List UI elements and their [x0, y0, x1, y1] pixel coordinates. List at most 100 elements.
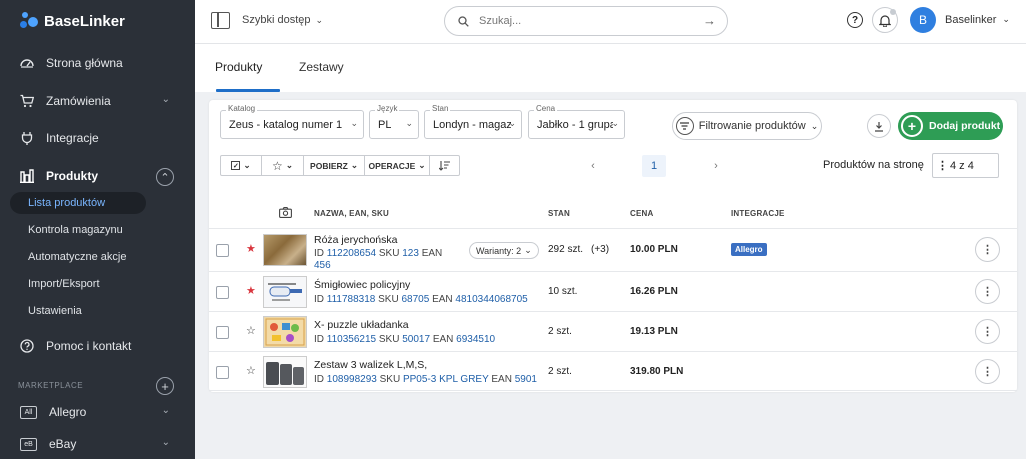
search-input[interactable]: [479, 13, 679, 29]
star-outline-icon[interactable]: ☆: [246, 324, 256, 337]
stock-select[interactable]: Stan Londyn - magaz ⌄: [424, 104, 522, 139]
product-ids: ID 112208654 SKU 123 EAN: [314, 248, 443, 259]
product-name[interactable]: Zestaw 3 walizek L,M,S,: [314, 359, 427, 371]
column-header-integrations: INTEGRACJE: [731, 209, 785, 218]
product-id[interactable]: 110356215: [327, 334, 376, 345]
chevron-down-icon: ⌄: [350, 118, 358, 128]
sidebar-subitem-automatic-actions[interactable]: Automatyczne akcje: [10, 246, 146, 268]
star-outline-icon[interactable]: ☆: [246, 364, 256, 377]
sidebar-item-label: Produkty: [46, 169, 99, 183]
toggle-sidebar-icon[interactable]: [211, 12, 230, 29]
logo[interactable]: BaseLinker: [20, 10, 125, 32]
sidebar-subitem-product-list[interactable]: Lista produktów: [10, 192, 146, 214]
collapse-products-button[interactable]: ⌃: [156, 168, 174, 186]
product-id[interactable]: 112208654: [327, 248, 376, 259]
row-checkbox[interactable]: [216, 244, 229, 257]
per-page-select[interactable]: ⋮ 4 z 4: [932, 153, 999, 178]
row-actions-button[interactable]: ⋮: [975, 279, 1000, 304]
tab-products[interactable]: Produkty: [215, 60, 262, 74]
add-marketplace-button[interactable]: +: [156, 377, 174, 395]
sidebar-item-allegro[interactable]: All Allegro ⌄: [20, 401, 180, 423]
product-thumbnail[interactable]: [263, 316, 307, 348]
quick-access-dropdown[interactable]: Szybki dostęp ⌄: [242, 14, 323, 26]
product-id[interactable]: 108998293: [327, 374, 377, 385]
product-name[interactable]: X- puzzle układanka: [314, 319, 409, 331]
row-checkbox[interactable]: [216, 286, 229, 299]
column-header-stock[interactable]: STAN: [548, 209, 570, 218]
add-product-button[interactable]: + Dodaj produkt: [898, 112, 1003, 140]
plus-icon: +: [161, 378, 169, 394]
sort-button[interactable]: [430, 156, 459, 175]
sidebar-item-integrations[interactable]: Integracje: [20, 127, 180, 149]
bell-icon: [879, 14, 891, 27]
favorites-dropdown[interactable]: ☆ ⌄: [262, 156, 304, 175]
notifications-button[interactable]: [872, 7, 898, 33]
price-group-select[interactable]: Cena Jabłko - 1 grupa ⌄: [528, 104, 625, 139]
filter-products-button[interactable]: Filtrowanie produktów ⌄: [672, 112, 822, 140]
row-actions-button[interactable]: ⋮: [975, 359, 1000, 384]
next-page-icon[interactable]: ›: [707, 155, 725, 177]
product-stock-extra[interactable]: (+3): [591, 244, 609, 255]
sidebar-item-orders[interactable]: Zamówienia ⌄: [20, 90, 180, 112]
variants-dropdown[interactable]: Warianty: 2 ⌄: [469, 242, 539, 259]
star-filled-icon[interactable]: ★: [246, 284, 256, 297]
product-sku[interactable]: PP05-3 KPL GREY: [403, 374, 489, 385]
star-filled-icon[interactable]: ★: [246, 242, 256, 255]
product-sku[interactable]: 68705: [401, 294, 429, 305]
tab-bundles[interactable]: Zestawy: [299, 60, 344, 74]
product-thumbnail[interactable]: [263, 234, 307, 266]
product-ean[interactable]: 6934510: [456, 334, 495, 345]
sidebar-item-help[interactable]: Pomoc i kontakt: [20, 335, 180, 357]
column-header-name[interactable]: NAZWA, EAN, SKU: [314, 209, 389, 218]
integration-badge-allegro[interactable]: Allegro: [731, 243, 767, 256]
sidebar-subitem-import-export[interactable]: Import/Eksport: [10, 273, 146, 295]
table-row[interactable]: ★ Śmigłowiec policyjny ID 111788318 SKU …: [209, 271, 1017, 311]
product-ean[interactable]: 4810344068705: [455, 294, 527, 305]
star-outline-icon: ☆: [272, 158, 283, 173]
product-ean[interactable]: 5901: [515, 374, 537, 385]
products-icon: [20, 169, 34, 183]
product-price: 19.13 PLN: [630, 326, 678, 337]
search-icon: [458, 16, 469, 27]
product-name[interactable]: Śmigłowiec policyjny: [314, 279, 410, 291]
sidebar-subitem-settings[interactable]: Ustawienia: [10, 300, 146, 322]
product-id[interactable]: 111788318: [327, 294, 376, 305]
notification-dot: [890, 9, 896, 15]
operations-dropdown[interactable]: OPERACJE ⌄: [365, 156, 430, 175]
table-row[interactable]: ☆ Zestaw 3 walizek L,M,S, ID 108998293 S…: [209, 351, 1017, 391]
table-row[interactable]: ☆ X- puzzle układanka ID 110356215 SKU 5…: [209, 311, 1017, 351]
sidebar-item-home[interactable]: Strona główna: [20, 52, 180, 74]
arrow-right-icon[interactable]: →: [703, 13, 716, 28]
download-dropdown[interactable]: POBIERZ ⌄: [304, 156, 365, 175]
column-header-price[interactable]: CENA: [630, 209, 653, 218]
sidebar-item-label: Allegro: [49, 405, 87, 419]
row-actions-button[interactable]: ⋮: [975, 319, 1000, 344]
product-name[interactable]: Róża jerychońska: [314, 234, 397, 246]
prev-page-icon[interactable]: ‹: [584, 155, 602, 177]
product-sku[interactable]: 123: [402, 248, 419, 259]
sidebar-subitem-stock-control[interactable]: Kontrola magazynu: [10, 219, 146, 241]
product-thumbnail[interactable]: [263, 276, 307, 308]
help-icon[interactable]: ?: [847, 12, 863, 28]
row-checkbox[interactable]: [216, 366, 229, 379]
product-thumbnail[interactable]: [263, 356, 307, 388]
row-actions-button[interactable]: ⋮: [975, 237, 1000, 262]
sidebar-item-ebay[interactable]: eB eBay ⌄: [20, 433, 180, 455]
per-page-label: Produktów na stronę: [823, 159, 924, 171]
search-box[interactable]: →: [444, 6, 728, 36]
language-select[interactable]: Język PL ⌄: [369, 104, 419, 139]
plus-icon: +: [901, 115, 923, 137]
catalog-select[interactable]: Katalog Zeus - katalog numer 1 ⌄: [220, 104, 364, 139]
product-sku[interactable]: 50017: [402, 334, 430, 345]
table-row[interactable]: ★ Róża jerychońska ID 112208654 SKU 123 …: [209, 228, 1017, 271]
current-page[interactable]: 1: [642, 155, 666, 177]
chevron-down-icon: ⌄: [315, 14, 324, 25]
price-label: Cena: [534, 104, 558, 113]
user-menu[interactable]: Baselinker ⌄: [945, 14, 1010, 26]
download-button[interactable]: [867, 114, 891, 138]
avatar[interactable]: B: [910, 7, 936, 33]
product-ean[interactable]: 456: [314, 260, 331, 271]
row-checkbox[interactable]: [216, 326, 229, 339]
select-all-dropdown[interactable]: ✓ ⌄: [221, 156, 262, 175]
product-ids: ID 108998293 SKU PP05-3 KPL GREY EAN 590…: [314, 374, 537, 385]
